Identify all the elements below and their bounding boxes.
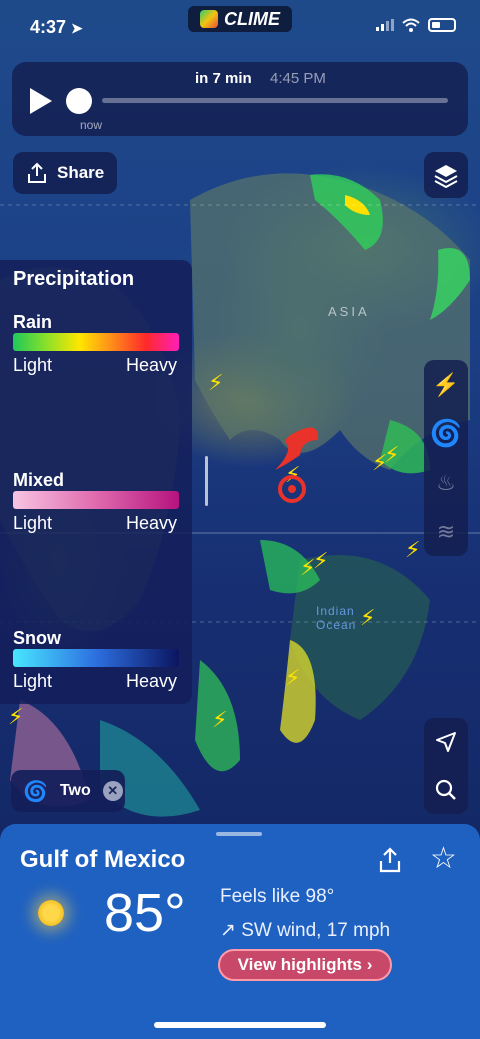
timeline-panel: in 7 min 4:45 PM now bbox=[12, 62, 468, 136]
timeline-slider-handle[interactable] bbox=[66, 88, 92, 114]
legend-title: Precipitation bbox=[13, 268, 135, 290]
svg-text:⚡: ⚡ bbox=[212, 708, 227, 733]
view-highlights-button[interactable]: View highlights › bbox=[218, 949, 392, 981]
my-location-button[interactable] bbox=[424, 718, 468, 766]
location-share-button[interactable] bbox=[376, 846, 404, 879]
location-name: Gulf of Mexico bbox=[20, 846, 186, 873]
search-icon bbox=[435, 779, 456, 800]
map-region-label: ASIA bbox=[328, 304, 370, 319]
wifi-icon bbox=[402, 18, 420, 32]
wind-layer-button[interactable]: ≋ bbox=[424, 507, 468, 556]
map-ocean-label: Indian Ocean bbox=[316, 604, 357, 632]
legend-mixed-light: Light bbox=[13, 513, 53, 533]
layers-icon bbox=[434, 165, 458, 188]
fire-layer-button[interactable]: ♨ bbox=[424, 458, 468, 507]
layer-toggle-column: ⚡ 🌀 ♨ ≋ bbox=[424, 360, 468, 556]
map-nav-column bbox=[424, 718, 468, 814]
legend-snow-heavy: Heavy bbox=[126, 671, 178, 691]
legend-rain-heavy: Heavy bbox=[126, 355, 178, 375]
legend-scroll-indicator[interactable] bbox=[205, 456, 208, 506]
svg-text:⚡: ⚡ bbox=[405, 538, 420, 563]
precipitation-legend: Precipitation Rain Light Heavy Mixed Lig… bbox=[0, 260, 192, 704]
location-arrow-icon bbox=[436, 732, 456, 752]
feels-like: Feels like 98° bbox=[220, 886, 335, 907]
share-button[interactable]: Share bbox=[13, 152, 117, 194]
clime-logo-icon bbox=[200, 10, 218, 28]
storm-chip-label: Two bbox=[59, 782, 91, 799]
sheet-handle[interactable] bbox=[216, 832, 262, 836]
legend-mixed-label: Mixed bbox=[13, 470, 65, 490]
storm-layer-button[interactable]: 🌀 bbox=[424, 409, 468, 458]
hurricane-icon: 🌀 bbox=[429, 418, 463, 448]
legend-rain-light: Light bbox=[13, 355, 53, 375]
legend-mixed-bar bbox=[13, 491, 179, 509]
lightning-icon: ⚡ bbox=[432, 371, 460, 397]
hurricane-icon: 🌀 bbox=[23, 780, 48, 803]
timeline-time: 4:45 PM bbox=[270, 70, 326, 87]
status-icons bbox=[376, 18, 456, 32]
svg-text:⚡: ⚡ bbox=[384, 443, 399, 468]
svg-text:⚡: ⚡ bbox=[313, 549, 328, 574]
favorite-star-icon[interactable]: ☆ bbox=[430, 844, 457, 874]
svg-text:⚡: ⚡ bbox=[285, 666, 300, 691]
wind-info: ↗ SW wind, 17 mph bbox=[220, 920, 391, 941]
location-arrow-icon: ➤ bbox=[71, 20, 83, 36]
lightning-layer-button[interactable]: ⚡ bbox=[424, 360, 468, 409]
legend-snow-label: Snow bbox=[13, 628, 61, 648]
storm-chip[interactable]: 🌀 Two ✕ bbox=[11, 770, 125, 812]
wind-icon: ≋ bbox=[436, 518, 456, 544]
legend-rain-bar bbox=[13, 333, 179, 351]
current-temperature: 85° bbox=[104, 883, 186, 943]
search-button[interactable] bbox=[424, 766, 468, 814]
brand-logo: CLIME bbox=[188, 6, 292, 32]
location-sheet: Gulf of Mexico ☆ 85° Feels like 98° ↗ SW… bbox=[0, 824, 480, 1039]
play-icon[interactable] bbox=[30, 88, 52, 114]
timeline-track[interactable] bbox=[102, 98, 448, 103]
battery-icon bbox=[428, 18, 456, 32]
svg-text:⚡: ⚡ bbox=[208, 371, 223, 396]
layers-button[interactable] bbox=[424, 152, 468, 198]
legend-snow-bar bbox=[13, 649, 179, 667]
close-icon[interactable]: ✕ bbox=[102, 781, 123, 801]
sunny-weather-icon bbox=[38, 900, 64, 926]
home-indicator[interactable] bbox=[154, 1022, 326, 1028]
legend-mixed-heavy: Heavy bbox=[126, 513, 178, 533]
legend-rain-label: Rain bbox=[13, 312, 53, 332]
fire-icon: ♨ bbox=[436, 469, 456, 495]
signal-icon bbox=[376, 19, 394, 31]
timeline-now-label: now bbox=[80, 118, 103, 132]
legend-snow-light: Light bbox=[13, 671, 53, 691]
status-time: 4:37 ➤ bbox=[30, 17, 83, 37]
share-icon bbox=[379, 847, 401, 873]
svg-text:⚡: ⚡ bbox=[8, 705, 23, 730]
timeline-offset: in 7 min bbox=[195, 70, 252, 87]
share-icon bbox=[28, 162, 46, 183]
